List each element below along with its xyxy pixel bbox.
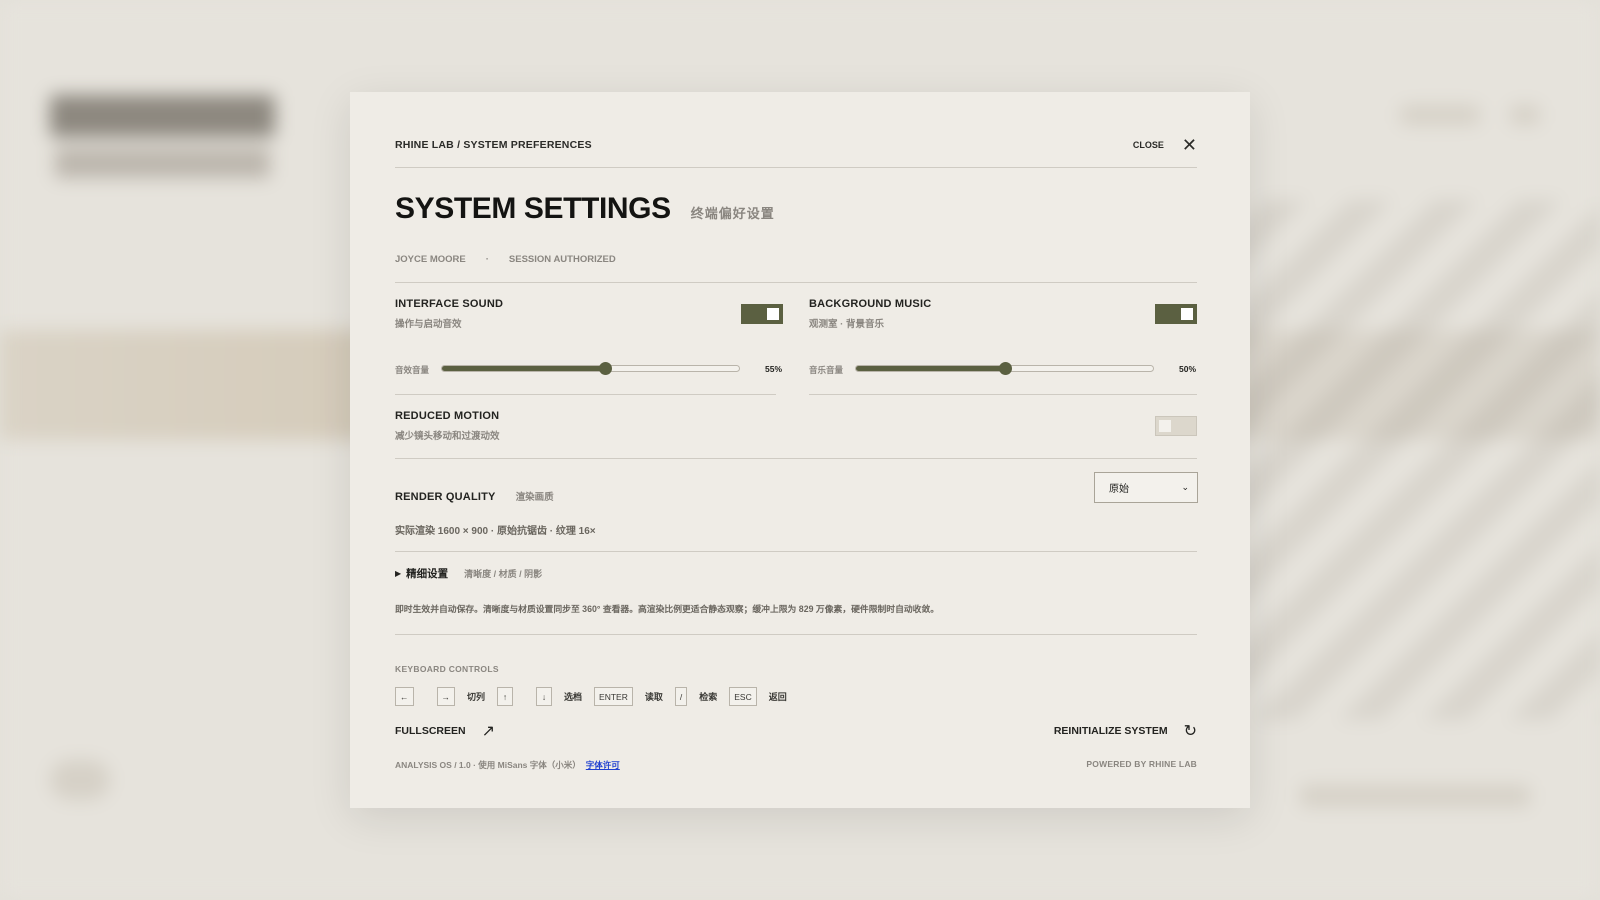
interface-volume-label: 音效音量 [395,365,430,375]
keyboard-controls: ← → 切列 ↑ ↓ 选档 ENTER 读取 / 检索 ESC 返回 [395,687,799,706]
close-button[interactable]: CLOSE ✕ [1133,136,1197,154]
key-enter: ENTER [594,687,633,706]
interface-sound-toggle[interactable] [741,304,783,324]
font-license-link[interactable]: 字体许可 [586,760,620,770]
page-subtitle: 终端偏好设置 [690,206,775,221]
breadcrumb: RHINE LAB / SYSTEM PREFERENCES [395,139,592,151]
fullscreen-label: FULLSCREEN [395,725,466,737]
interface-sound-info: INTERFACE SOUND 操作与启动音效 [395,298,503,330]
interface-sound-label: INTERFACE SOUND [395,298,504,310]
footer-powered-by: POWERED BY RHINE LAB [1086,759,1197,769]
render-quality-meta: 实际渲染 1600 × 900 · 原始抗锯齿 · 纹理 16× [395,526,596,537]
settings-modal: RHINE LAB / SYSTEM PREFERENCES CLOSE ✕ S… [350,92,1250,808]
close-icon: ✕ [1181,135,1197,155]
slider-fill [856,366,1005,371]
caret-right-icon: ▶ [395,569,402,578]
music-volume-label: 音乐音量 [809,365,844,375]
key-esc: ESC [729,687,757,706]
reduced-motion-label: REDUCED MOTION [395,410,500,422]
toggle-knob [767,308,779,320]
advanced-title-text: 精细设置 [406,568,449,580]
divider [395,634,1197,635]
interface-volume-slider[interactable] [441,362,740,375]
keyboard-title: KEYBOARD CONTROLS [395,664,499,674]
reinitialize-label: REINITIALIZE SYSTEM [1053,725,1168,737]
divider [809,394,1197,395]
session-info: JOYCE MOORE · SESSION AUTHORIZED [395,254,616,265]
key-desc-switch: 切列 [467,692,486,702]
interface-sound-sub: 操作与启动音效 [395,319,462,330]
slider-thumb[interactable] [998,362,1012,375]
background-music-toggle[interactable] [1155,304,1197,324]
background-logo-sub [55,148,270,178]
modal-topbar: RHINE LAB / SYSTEM PREFERENCES CLOSE ✕ [395,130,1197,160]
slider-fill [442,366,606,371]
slider-thumb[interactable] [599,362,613,375]
background-block [1400,105,1480,125]
music-volume-slider[interactable] [855,362,1154,375]
title-row: SYSTEM SETTINGS 终端偏好设置 [395,192,775,226]
footer-info: ANALYSIS OS / 1.0 · 使用 MiSans 字体（小米） 字体许可 [395,759,620,771]
close-label: CLOSE [1132,140,1164,150]
arrow-up-right-icon: ↗ [481,723,495,740]
footer-text: ANALYSIS OS / 1.0 · 使用 MiSans 字体（小米） [395,760,581,770]
background-music-sub: 观测室 · 背景音乐 [809,319,884,330]
key-desc-select: 选档 [564,692,583,702]
session-status: SESSION AUTHORIZED [508,254,616,265]
key-desc-search: 检索 [699,692,718,702]
render-quality-select[interactable]: 原始 ⌄ [1094,472,1198,503]
divider [395,551,1197,552]
page-title: SYSTEM SETTINGS [395,192,671,225]
key-desc-back: 返回 [768,692,787,702]
advanced-sub: 清晰度 / 材质 / 阴影 [464,569,543,579]
session-user: JOYCE MOORE [395,254,466,265]
key-down: ↓ [536,687,553,706]
background-music-label: BACKGROUND MUSIC [809,298,932,310]
reduced-motion-sub: 减少镜头移动和过渡动效 [395,431,500,442]
chevron-down-icon: ⌄ [1181,482,1189,492]
toggle-knob [1159,420,1171,432]
session-separator: · [485,254,489,265]
key-up: ↑ [497,687,514,706]
key-desc-read: 读取 [644,692,663,702]
background-logo [50,95,275,137]
reduced-motion-info: REDUCED MOTION 减少镜头移动和过渡动效 [395,410,500,442]
key-slash: / [674,687,688,706]
background-block [50,760,110,800]
toggle-knob [1181,308,1193,320]
advanced-settings-toggle[interactable]: ▶ 精细设置 清晰度 / 材质 / 阴影 [395,566,542,581]
divider [395,458,1197,459]
render-quality-label: RENDER QUALITY [395,491,496,503]
render-quality-value: 原始 [1109,484,1129,495]
key-left: ← [395,687,414,706]
reduced-motion-toggle[interactable] [1155,416,1197,436]
settings-note: 即时生效并自动保存。清晰度与材质设置同步至 360° 查看器。高渲染比例更适合静… [395,604,940,614]
divider [395,394,776,395]
divider [395,167,1197,168]
fullscreen-button[interactable]: FULLSCREEN ↗ [395,721,495,741]
render-quality-info: RENDER QUALITY 渲染画质 [395,489,554,503]
reinitialize-button[interactable]: REINITIALIZE SYSTEM ↻ [1054,721,1197,741]
background-music-info: BACKGROUND MUSIC 观测室 · 背景音乐 [809,298,931,330]
background-block [1510,105,1540,125]
background-block [1300,785,1530,807]
interface-volume-value: 55% [765,364,783,374]
render-quality-label-cn: 渲染画质 [515,492,554,503]
divider [395,282,1197,283]
refresh-icon: ↻ [1183,723,1197,740]
music-volume-value: 50% [1179,364,1197,374]
key-right: → [436,687,455,706]
advanced-title: ▶ 精细设置 [395,566,448,581]
